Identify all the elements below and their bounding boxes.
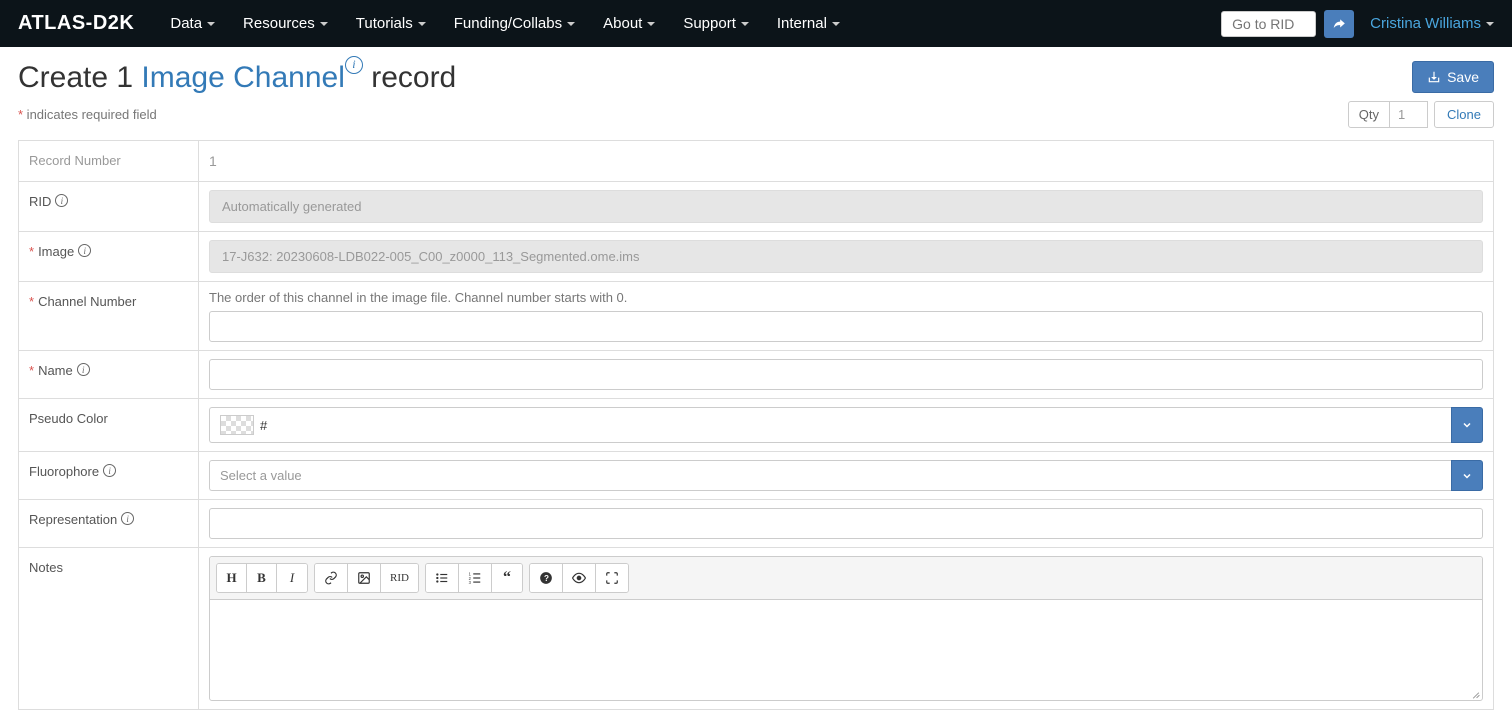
number-list-button[interactable]: 123: [459, 564, 492, 592]
chevron-down-icon: [647, 22, 655, 26]
qty-label: Qty: [1348, 101, 1390, 128]
save-icon: [1427, 70, 1441, 84]
page-title: Create 1 Image Channeli record: [18, 61, 456, 95]
fluorophore-dropdown-toggle[interactable]: [1451, 460, 1483, 491]
row-pseudo-color: Pseudo Color #: [19, 399, 1493, 452]
rid-field: Automatically generated: [209, 190, 1483, 223]
label-notes: Notes: [19, 548, 199, 709]
chevron-down-icon: [741, 22, 749, 26]
pseudo-color-dropdown-toggle[interactable]: [1451, 407, 1483, 443]
heading-button[interactable]: H: [217, 564, 247, 592]
navbar: ATLAS-D2K Data Resources Tutorials Fundi…: [0, 0, 1512, 47]
info-icon[interactable]: i: [103, 464, 116, 477]
help-icon: ?: [539, 571, 553, 585]
italic-button[interactable]: I: [277, 564, 307, 592]
chevron-down-icon: [418, 22, 426, 26]
sub-header: * indicates required field Qty Clone: [0, 95, 1512, 140]
chevron-down-icon: [1461, 419, 1473, 431]
number-list-icon: 123: [468, 571, 482, 585]
image-field: 17-J632: 20230608-LDB022-005_C00_z0000_1…: [209, 240, 1483, 273]
help-button[interactable]: ?: [530, 564, 563, 592]
channel-number-input[interactable]: [209, 311, 1483, 342]
info-icon[interactable]: i: [77, 363, 90, 376]
svg-text:?: ?: [544, 574, 549, 583]
pseudo-color-field[interactable]: #: [209, 407, 1483, 443]
form-table: Record Number 1 RID i Automatically gene…: [18, 140, 1494, 710]
image-icon: [357, 571, 371, 585]
fullscreen-button[interactable]: [596, 564, 628, 592]
row-name: *Name i: [19, 351, 1493, 399]
editor-toolbar: H B I RID: [210, 557, 1482, 600]
label-pseudo-color: Pseudo Color: [19, 399, 199, 451]
preview-button[interactable]: [563, 564, 596, 592]
info-icon[interactable]: i: [78, 244, 91, 257]
value-record-number: 1: [199, 141, 1493, 181]
bullet-list-icon: [435, 571, 449, 585]
brand-logo[interactable]: ATLAS-D2K: [18, 12, 134, 35]
nav-item-data[interactable]: Data: [156, 0, 229, 47]
color-swatch-icon: [220, 415, 254, 435]
chevron-down-icon: [1461, 470, 1473, 482]
nav-item-internal[interactable]: Internal: [763, 0, 854, 47]
rid-go-button[interactable]: [1324, 10, 1354, 38]
eye-icon: [572, 571, 586, 585]
label-name: *Name i: [19, 351, 199, 398]
bullet-list-button[interactable]: [426, 564, 459, 592]
nav-item-resources[interactable]: Resources: [229, 0, 342, 47]
svg-text:3: 3: [469, 580, 472, 585]
link-button[interactable]: [315, 564, 348, 592]
name-input[interactable]: [209, 359, 1483, 390]
user-menu[interactable]: Cristina Williams: [1362, 15, 1494, 32]
nav-item-funding[interactable]: Funding/Collabs: [440, 0, 589, 47]
info-icon[interactable]: i: [55, 194, 68, 207]
nav-items: Data Resources Tutorials Funding/Collabs…: [156, 0, 854, 47]
representation-input[interactable]: [209, 508, 1483, 539]
nav-item-support[interactable]: Support: [669, 0, 763, 47]
qty-input[interactable]: [1390, 101, 1428, 128]
notes-textarea[interactable]: [210, 600, 1482, 700]
fullscreen-icon: [605, 571, 619, 585]
label-fluorophore: Fluorophore i: [19, 452, 199, 499]
row-fluorophore: Fluorophore i Select a value: [19, 452, 1493, 500]
resize-handle-icon[interactable]: [1470, 688, 1480, 698]
page-header: Create 1 Image Channeli record Save: [0, 47, 1512, 95]
label-representation: Representation i: [19, 500, 199, 547]
chevron-down-icon: [207, 22, 215, 26]
fluorophore-field[interactable]: Select a value: [209, 460, 1483, 491]
info-icon[interactable]: i: [345, 56, 363, 74]
label-record-number: Record Number: [19, 141, 199, 181]
chevron-down-icon: [567, 22, 575, 26]
nav-item-tutorials[interactable]: Tutorials: [342, 0, 440, 47]
row-representation: Representation i: [19, 500, 1493, 548]
info-icon[interactable]: i: [121, 512, 134, 525]
chevron-down-icon: [1486, 22, 1494, 26]
save-button[interactable]: Save: [1412, 61, 1494, 93]
nav-item-about[interactable]: About: [589, 0, 669, 47]
share-arrow-icon: [1332, 17, 1346, 31]
qty-clone-controls: Qty Clone: [1348, 101, 1494, 128]
rid-button[interactable]: RID: [381, 564, 418, 592]
label-image: *Image i: [19, 232, 199, 281]
rid-search-input[interactable]: [1221, 11, 1316, 37]
required-note: * indicates required field: [18, 107, 157, 122]
label-channel-number: *Channel Number: [19, 282, 199, 350]
notes-editor: H B I RID: [209, 556, 1483, 701]
image-button[interactable]: [348, 564, 381, 592]
row-notes: Notes H B I RID: [19, 548, 1493, 709]
row-rid: RID i Automatically generated: [19, 182, 1493, 232]
bold-button[interactable]: B: [247, 564, 277, 592]
entity-link[interactable]: Image Channeli: [141, 61, 362, 94]
clone-button[interactable]: Clone: [1434, 101, 1494, 128]
row-channel-number: *Channel Number The order of this channe…: [19, 282, 1493, 351]
quote-button[interactable]: “: [492, 564, 522, 592]
row-record-number: Record Number 1: [19, 141, 1493, 182]
nav-right: Cristina Williams: [1221, 10, 1494, 38]
row-image: *Image i 17-J632: 20230608-LDB022-005_C0…: [19, 232, 1493, 282]
link-icon: [324, 571, 338, 585]
channel-hint: The order of this channel in the image f…: [209, 290, 1483, 305]
label-rid: RID i: [19, 182, 199, 231]
chevron-down-icon: [320, 22, 328, 26]
chevron-down-icon: [832, 22, 840, 26]
